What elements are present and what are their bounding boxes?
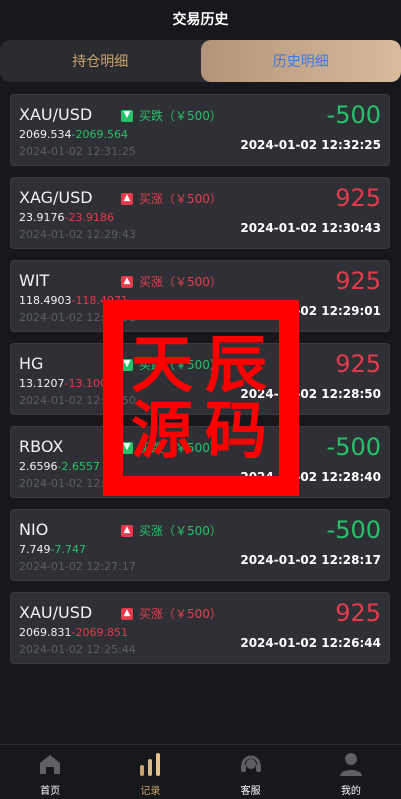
trade-prices: 13.1207-13.1005 [19, 377, 114, 390]
close-time: 2024-01-02 12:28:40 [240, 470, 381, 484]
trade-prices: 2069.534-2069.564 [19, 128, 128, 141]
trade-action-badge: ▼ 买跌（￥500） [121, 107, 222, 124]
close-time: 2024-01-02 12:32:25 [240, 138, 381, 152]
open-price: 23.9176 [19, 211, 65, 224]
trade-prices: 23.9176-23.9186 [19, 211, 114, 224]
nav-home-label: 首页 [40, 786, 61, 797]
trade-pnl: -500 [326, 433, 381, 461]
open-time: 2024-01-02 12:29:43 [19, 228, 136, 241]
trade-symbol: XAU/USD [19, 105, 93, 124]
trade-card[interactable]: XAU/USD ▲ 买涨（￥500） 2069.831-2069.851 202… [10, 592, 390, 664]
trade-action-badge: ▼ 买跌（￥500） [121, 356, 222, 373]
trade-action-label: 买涨（￥500） [139, 607, 222, 621]
close-price: 2069.851 [75, 626, 128, 639]
arrow-down-icon: ▼ [121, 109, 133, 122]
trade-pnl: 925 [335, 184, 381, 212]
trade-action-badge: ▲ 买涨（￥500） [121, 522, 222, 539]
tab-history-label: 历史明细 [272, 54, 329, 70]
trade-list: XAU/USD ▼ 买跌（￥500） 2069.534-2069.564 202… [0, 94, 401, 664]
open-time: 2024-01-02 12:27:40 [19, 477, 136, 490]
page-title: 交易历史 [172, 12, 229, 28]
trade-action-label: 买跌（￥500） [139, 109, 222, 123]
trade-card[interactable]: XAU/USD ▼ 买跌（￥500） 2069.534-2069.564 202… [10, 94, 390, 166]
nav-mine[interactable]: 我的 [301, 745, 401, 799]
close-time: 2024-01-02 12:26:44 [240, 636, 381, 650]
open-time: 2024-01-02 12:27:17 [19, 560, 136, 573]
trade-card[interactable]: RBOX ▼ 买跌（￥500） 2.6596-2.6557 2024-01-02… [10, 426, 390, 498]
trade-card[interactable]: XAG/USD ▲ 买涨（￥500） 23.9176-23.9186 2024-… [10, 177, 390, 249]
close-price: 7.747 [54, 543, 86, 556]
arrow-down-icon: ▼ [121, 441, 133, 454]
trade-action-label: 买涨（￥500） [139, 192, 222, 206]
trade-symbol: HG [19, 354, 44, 373]
open-price: 13.1207 [19, 377, 65, 390]
bottom-nav: 首页 记录 客服 我的 [0, 744, 401, 799]
arrow-up-icon: ▲ [121, 275, 133, 288]
trade-action-label: 买涨（￥500） [139, 524, 222, 538]
tab-positions[interactable]: 持仓明细 [0, 40, 201, 82]
trade-symbol: NIO [19, 520, 49, 539]
nav-service-label: 客服 [240, 786, 261, 797]
trade-pnl: 925 [335, 267, 381, 295]
user-icon [338, 751, 364, 777]
trade-prices: 7.749-7.747 [19, 543, 86, 556]
nav-service[interactable]: 客服 [201, 745, 301, 799]
trade-pnl: 925 [335, 599, 381, 627]
nav-records-label: 记录 [140, 786, 161, 797]
trade-symbol: WIT [19, 271, 50, 290]
nav-mine-label: 我的 [340, 786, 361, 797]
close-time: 2024-01-02 12:28:17 [240, 553, 381, 567]
trade-pnl: 925 [335, 350, 381, 378]
close-time: 2024-01-02 12:30:43 [240, 221, 381, 235]
close-time: 2024-01-02 12:29:01 [240, 304, 381, 318]
arrow-down-icon: ▼ [121, 358, 133, 371]
arrow-up-icon: ▲ [121, 192, 133, 205]
open-price: 2069.831 [19, 626, 72, 639]
trade-card[interactable]: NIO ▲ 买涨（￥500） 7.749-7.747 2024-01-02 12… [10, 509, 390, 581]
open-price: 7.749 [19, 543, 51, 556]
trade-prices: 118.4903-118.4971 [19, 294, 128, 307]
trade-symbol: XAU/USD [19, 603, 93, 622]
tab-bar: 持仓明细 历史明细 [0, 40, 401, 82]
headset-icon [238, 751, 264, 777]
close-price: 23.9186 [68, 211, 114, 224]
trade-action-badge: ▲ 买涨（￥500） [121, 190, 222, 207]
trade-action-label: 买涨（￥500） [139, 275, 222, 289]
trade-prices: 2.6596-2.6557 [19, 460, 100, 473]
open-time: 2024-01-02 12:28:01 [19, 311, 136, 324]
trade-card[interactable]: HG ▼ 买跌（￥500） 13.1207-13.1005 2024-01-02… [10, 343, 390, 415]
home-icon [37, 751, 63, 777]
open-time: 2024-01-02 12:27:50 [19, 394, 136, 407]
close-price: 13.1005 [68, 377, 114, 390]
trade-pnl: -500 [326, 516, 381, 544]
trade-action-badge: ▼ 买跌（￥500） [121, 439, 222, 456]
close-price: 2069.564 [75, 128, 128, 141]
open-time: 2024-01-02 12:25:44 [19, 643, 136, 656]
bar-chart-icon [137, 751, 163, 777]
tab-positions-label: 持仓明细 [72, 54, 129, 70]
close-price: 2.6557 [61, 460, 100, 473]
arrow-up-icon: ▲ [121, 607, 133, 620]
close-time: 2024-01-02 12:28:50 [240, 387, 381, 401]
nav-records[interactable]: 记录 [100, 745, 200, 799]
nav-home[interactable]: 首页 [0, 745, 100, 799]
trade-action-badge: ▲ 买涨（￥500） [121, 273, 222, 290]
trade-symbol: XAG/USD [19, 188, 93, 207]
open-time: 2024-01-02 12:31:25 [19, 145, 136, 158]
open-price: 118.4903 [19, 294, 72, 307]
trade-action-badge: ▲ 买涨（￥500） [121, 605, 222, 622]
page-header: 交易历史 [0, 0, 401, 38]
trade-symbol: RBOX [19, 437, 64, 456]
tab-history[interactable]: 历史明细 [200, 40, 401, 82]
trade-action-label: 买跌（￥500） [139, 441, 222, 455]
open-price: 2.6596 [19, 460, 58, 473]
arrow-up-icon: ▲ [121, 524, 133, 537]
trade-pnl: -500 [326, 101, 381, 129]
trade-action-label: 买跌（￥500） [139, 358, 222, 372]
open-price: 2069.534 [19, 128, 72, 141]
trade-card[interactable]: WIT ▲ 买涨（￥500） 118.4903-118.4971 2024-01… [10, 260, 390, 332]
trade-prices: 2069.831-2069.851 [19, 626, 128, 639]
close-price: 118.4971 [75, 294, 128, 307]
